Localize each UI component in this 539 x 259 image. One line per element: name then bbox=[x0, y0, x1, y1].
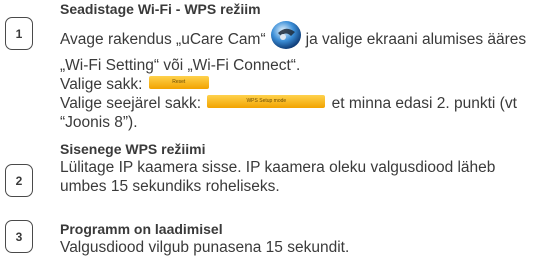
reset-tab-image: Reset bbox=[148, 76, 209, 90]
step-number-badge: 3 bbox=[5, 220, 33, 253]
step-number-badge: 2 bbox=[5, 164, 33, 197]
step-1: Seadistage Wi-Fi - WPS režiim Avage rake… bbox=[60, 1, 531, 132]
wps-setup-mode-tab-image: WPS Setup mode bbox=[207, 95, 326, 109]
step-number-badge: 1 bbox=[5, 17, 33, 50]
step-2: Sisenege WPS režiimi Lülitage IP kaamera… bbox=[60, 141, 531, 196]
instruction-text: et minna edasi 2. punkti (vt bbox=[331, 95, 517, 112]
ucare-cam-app-icon bbox=[269, 19, 303, 51]
step-3: Programm on laadimisel Valgusdiood vilgu… bbox=[60, 221, 531, 257]
instruction-line: Valige sakk: Reset bbox=[60, 75, 531, 94]
instruction-line: „Wi-Fi Setting“ või „Wi-Fi Connect“. bbox=[60, 57, 301, 74]
instruction-line: Valige seejärel sakk: WPS Setup mode et … bbox=[60, 94, 531, 113]
instruction-text: Valige seejärel sakk: bbox=[60, 95, 202, 112]
instruction-line: Avage rakendus „uCare Cam“ ja valige ekr… bbox=[60, 21, 531, 56]
step-title: Seadistage Wi-Fi - WPS režiim bbox=[60, 1, 261, 17]
instruction-text: Valige sakk: bbox=[60, 76, 143, 93]
instruction-line: “Joonis 8”). bbox=[60, 114, 138, 131]
instruction-text: ja valige ekraani alumises ääres bbox=[305, 31, 527, 49]
step-title: Sisenege WPS režiimi bbox=[60, 141, 206, 157]
instruction-text: Avage rakendus „uCare Cam“ bbox=[60, 31, 266, 49]
step-title: Programm on laadimisel bbox=[60, 221, 223, 237]
instruction-line: Valgusdiood vilgub punasena 15 sekundit. bbox=[60, 239, 350, 256]
instruction-line: Lülitage IP kaamera sisse. IP kaamera ol… bbox=[60, 159, 496, 176]
instruction-line: umbes 15 sekundiks roheliseks. bbox=[60, 178, 280, 195]
